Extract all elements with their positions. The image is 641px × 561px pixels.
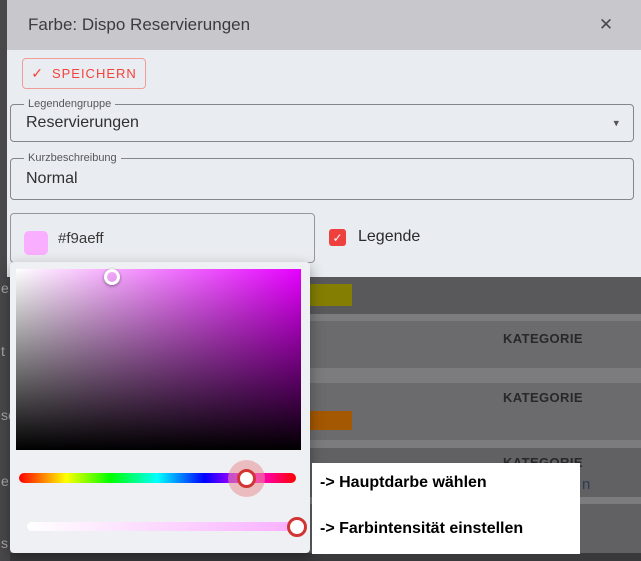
background-text-fragment: e [1, 473, 9, 489]
save-button-label: SPEICHERN [52, 66, 137, 81]
color-hex-value: #f9aeff [58, 214, 104, 262]
kurzbeschreibung-input[interactable]: Kurzbeschreibung Normal [10, 158, 634, 200]
category-color-bar-olive [308, 284, 352, 306]
dialog-title: Farbe: Dispo Reservierungen [28, 0, 250, 50]
legende-checkbox-label: Legende [358, 228, 420, 246]
color-dialog: Farbe: Dispo Reservierungen ✕ ✓ SPEICHER… [7, 0, 641, 277]
background-text-fragment: s [1, 535, 8, 551]
color-hex-field[interactable]: #f9aeff [10, 213, 315, 263]
color-swatch[interactable] [24, 231, 48, 255]
legendengruppe-value: Reservierungen [26, 105, 597, 141]
check-icon: ✓ [31, 65, 44, 82]
legendengruppe-select[interactable]: Legendengruppe Reservierungen ▾ [10, 104, 634, 142]
legende-checkbox[interactable]: ✓ [329, 229, 346, 246]
annotation-overlay: -> Hauptdarbe wählen -> Farbintensität e… [312, 463, 580, 554]
saturation-selector-ring[interactable] [104, 269, 120, 285]
table-bottom-edge [0, 553, 641, 561]
background-text-fragment: n [582, 476, 590, 493]
hue-slider-thumb[interactable] [237, 469, 256, 488]
background-text-fragment: e [1, 280, 9, 296]
color-picker-popup [10, 262, 310, 553]
column-header-kategorie: KATEGORIE [503, 390, 583, 405]
background-text-fragment: se [1, 407, 10, 423]
save-button[interactable]: ✓ SPEICHERN [22, 58, 146, 89]
intensity-slider-thumb[interactable] [287, 517, 307, 537]
close-icon[interactable]: ✕ [595, 14, 617, 36]
dialog-header: Farbe: Dispo Reservierungen ✕ [7, 0, 641, 50]
chevron-down-icon[interactable]: ▾ [613, 117, 619, 130]
column-header-kategorie: KATEGORIE [503, 331, 583, 346]
check-icon: ✓ [332, 231, 342, 245]
intensity-slider-track[interactable] [27, 522, 300, 531]
saturation-brightness-area[interactable] [16, 269, 301, 450]
annotation-line-1: -> Hauptdarbe wählen [320, 474, 487, 492]
annotation-line-2: -> Farbintensität einstellen [320, 520, 523, 538]
screen: KATEGORIE KATEGORIE KATEGORIE n e t se e… [0, 0, 641, 561]
background-text-fragment: t [1, 343, 5, 359]
category-color-bar-orange [308, 411, 352, 430]
kurzbeschreibung-value: Normal [26, 159, 597, 199]
